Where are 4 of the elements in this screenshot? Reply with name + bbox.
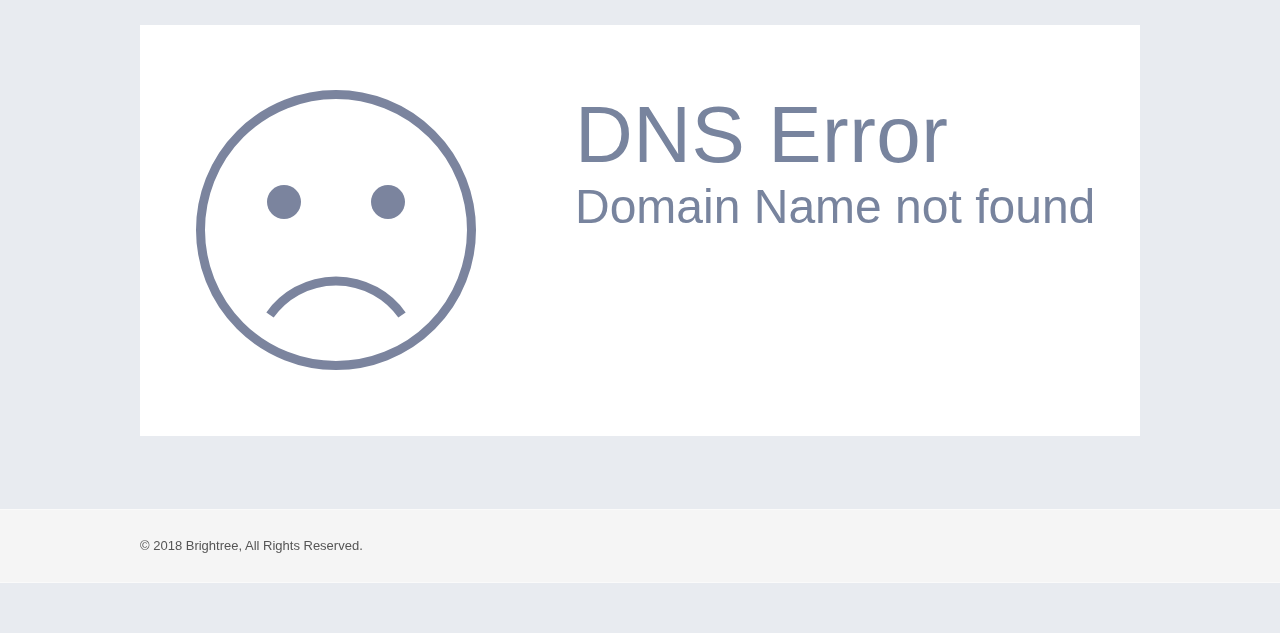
error-subtitle: Domain Name not found — [575, 183, 1096, 231]
sad-face-icon — [196, 90, 476, 370]
copyright-text: © 2018 Brightree, All Rights Reserved. — [140, 537, 363, 556]
error-title: DNS Error — [575, 95, 950, 175]
